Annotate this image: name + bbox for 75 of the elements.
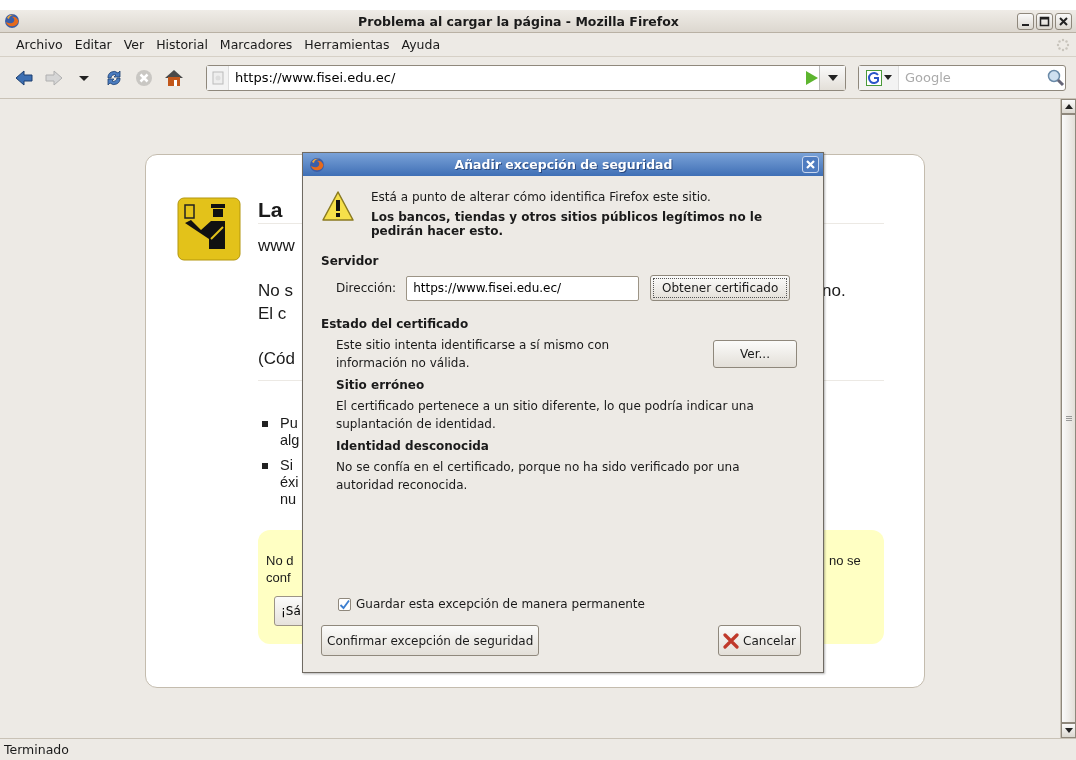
up-arrow-icon (1064, 104, 1073, 109)
page-text: alg (280, 432, 300, 449)
search-bar[interactable]: Google (858, 64, 1066, 91)
page-text: No s (258, 280, 293, 302)
problem-heading: Identidad desconocida (336, 439, 490, 453)
menu-item[interactable]: Marcadores (213, 37, 299, 52)
close-button[interactable] (1055, 12, 1072, 30)
intro-text: Está a punto de alterar cómo identifica Firefox este sitio. (371, 190, 712, 204)
warning-text: No d (266, 552, 294, 569)
status-text: Este sitio intenta identificarse a sí mismo con información no válida. (336, 337, 611, 372)
warning-text: no se (829, 552, 862, 569)
warning-text: Los bancos, tiendas y otros sitios públicos legítimos no le pedirán hacer esto. (371, 210, 764, 238)
checkbox-label[interactable]: Guardar esta excepción de manera permanente (356, 597, 645, 611)
problem-text: No se confía en el certificado, porque no ha sido verificado por una autoridad reconocida. (336, 459, 741, 494)
search-engine-icon (865, 69, 882, 86)
officer-drawing (177, 197, 241, 261)
problem-heading: Sitio erróneo (336, 378, 426, 392)
close-icon (805, 159, 816, 170)
home-icon[interactable] (164, 67, 184, 88)
page-text: Pu (280, 415, 299, 432)
bullet-mark (262, 421, 268, 427)
dialog-title: Añadir excepción de seguridad (453, 157, 674, 172)
cancel-button[interactable]: Cancelar (718, 625, 801, 656)
minimize-icon (1022, 23, 1029, 26)
page-text: www (258, 235, 295, 257)
page-text: Si (280, 457, 294, 474)
section-heading: Servidor (321, 254, 380, 268)
close-icon (1057, 14, 1070, 28)
page-icon (211, 70, 224, 85)
get-certificate-button[interactable]: Obtener certificado (650, 275, 791, 301)
caret-icon (827, 74, 838, 81)
warning-text: conf (266, 569, 291, 586)
menu-item[interactable]: Ayuda (395, 37, 447, 52)
browser-logo-icon (309, 156, 325, 173)
caret-icon (883, 75, 892, 80)
scroll-up-button[interactable] (1061, 99, 1076, 114)
page-text: nu (280, 491, 298, 508)
down-arrow-icon (1064, 728, 1073, 733)
page-text: El c (258, 303, 287, 325)
maximize-button[interactable] (1036, 12, 1053, 30)
field-label: Dirección: (336, 281, 397, 295)
menu-item[interactable]: Editar (68, 37, 118, 52)
back-arrow-icon[interactable] (14, 67, 34, 88)
throbber-icon (1056, 37, 1070, 52)
search-engine-button[interactable] (859, 65, 899, 90)
page-text: (Cód (258, 348, 295, 370)
confirm-button[interactable]: Confirmar excepción de seguridad (321, 625, 540, 656)
browser-logo-icon (4, 13, 20, 29)
address-bar[interactable]: https://www.fisei.edu.ec/ (206, 64, 846, 91)
status-text: Terminado (0, 738, 1076, 760)
window-title: Problema al cargar la página - Mozilla Firefox (357, 13, 680, 29)
bullet-mark (262, 463, 268, 469)
menu-item[interactable]: Ver (117, 37, 151, 52)
view-button[interactable]: Ver... (713, 340, 797, 368)
menu-item[interactable]: Historial (150, 37, 214, 52)
scroll-down-button[interactable] (1061, 723, 1076, 738)
problem-text: El certificado pertenece a un sitio diferente, lo que podría indicar una suplantación de identidad. (336, 398, 755, 433)
maximize-icon (1038, 14, 1051, 28)
address-field[interactable]: https://www.fisei.edu.ec/ (229, 69, 803, 86)
scrollbar-thumb[interactable] (1061, 114, 1076, 723)
cross-icon (723, 632, 740, 649)
dropdown-button[interactable] (819, 65, 845, 90)
go-arrow-icon[interactable] (803, 69, 819, 86)
menu-item[interactable]: Archivo (10, 37, 69, 52)
address-field[interactable]: https://www.fisei.edu.ec/ (406, 275, 640, 301)
section-heading: Estado del certificado (321, 317, 470, 331)
page-heading: La (258, 197, 283, 223)
reload-icon[interactable] (104, 67, 124, 88)
minimize-button[interactable] (1017, 12, 1034, 30)
page-text: éxi (280, 474, 299, 491)
search-field[interactable]: Google (899, 69, 1047, 86)
search-icon[interactable] (1047, 68, 1065, 87)
warning-icon (321, 190, 355, 222)
checkbox[interactable] (338, 597, 351, 611)
menu-item[interactable]: Herramientas (298, 37, 396, 52)
